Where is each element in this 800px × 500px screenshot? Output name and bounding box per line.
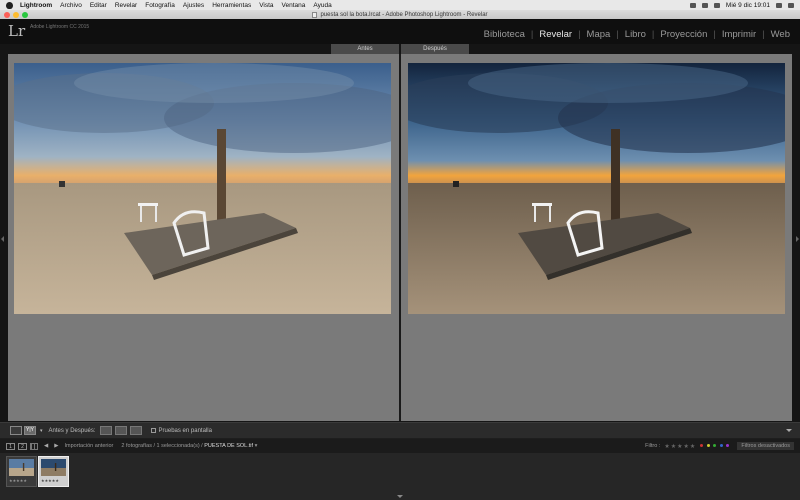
blue-label-icon[interactable] (719, 444, 723, 447)
soft-proofing-checkbox[interactable] (150, 428, 156, 433)
module-libro[interactable]: Libro (619, 29, 652, 40)
filmstrip-source[interactable]: Importación anterior (64, 443, 113, 449)
right-panel-toggle-icon[interactable] (796, 236, 799, 242)
after-tab: Después (401, 44, 469, 54)
filmstrip-toggle-icon[interactable] (397, 495, 403, 498)
before-photo[interactable] (14, 63, 391, 314)
main-window-button[interactable]: 1 (6, 442, 15, 450)
filter-label: Filtro : (645, 443, 661, 449)
menu-archivo[interactable]: Archivo (60, 2, 82, 9)
left-panel-toggle-icon[interactable] (1, 236, 4, 242)
toolbar-options-icon[interactable] (786, 429, 792, 432)
copy-after-to-before-button[interactable] (114, 426, 127, 435)
rating-filter-stars[interactable]: ★★★★★ (664, 443, 696, 450)
filename-dropdown-icon[interactable]: ▾ (255, 443, 258, 449)
filmstrip-thumbnail[interactable]: ★★★★★ (6, 456, 37, 487)
purple-label-icon[interactable] (726, 444, 730, 447)
spotlight-search-icon[interactable] (776, 2, 782, 8)
menu-fotografia[interactable]: Fotografía (145, 2, 175, 9)
window-title: puesta sol la bota.lrcat - Adobe Photosh… (320, 11, 488, 18)
module-web[interactable]: Web (765, 29, 796, 40)
wifi-icon[interactable] (701, 2, 708, 8)
menu-ventana[interactable]: Ventana (282, 2, 306, 9)
minimize-window-icon[interactable] (13, 11, 19, 18)
module-proyeccion[interactable]: Proyección (654, 29, 713, 40)
forward-arrow-icon[interactable]: ▶ (54, 443, 58, 449)
filmstrip-count: 2 fotografías / 1 seleccionada(s) / PUES… (121, 443, 257, 449)
secondary-window-button[interactable]: 2 (18, 442, 27, 450)
module-revelar[interactable]: Revelar (533, 29, 578, 40)
window-title-bar: puesta sol la bota.lrcat - Adobe Photosh… (0, 10, 800, 19)
yellow-label-icon[interactable] (706, 444, 710, 447)
menu-app-lightroom[interactable]: Lightroom (20, 2, 52, 9)
green-label-icon[interactable] (713, 444, 717, 447)
module-picker: Biblioteca | Revelar | Mapa | Libro | Pr… (478, 29, 796, 40)
menu-ajustes[interactable]: Ajustes (183, 2, 204, 9)
module-mapa[interactable]: Mapa (581, 29, 617, 40)
status-icon[interactable] (689, 2, 696, 8)
apple-icon[interactable] (6, 1, 13, 9)
selected-filename[interactable]: PUESTA DE SOL.tif (204, 443, 253, 449)
filmstrip: ★★★★★ ★★★★★ (0, 453, 800, 500)
menu-herramientas[interactable]: Herramientas (212, 2, 251, 9)
view-mode-dropdown-icon[interactable]: ▾ (40, 428, 43, 434)
menu-editar[interactable]: Editar (90, 2, 107, 9)
toolbar: Y|Y ▾ Antes y Después: Pruebas en pantal… (0, 422, 800, 438)
before-after-label: Antes y Después: (48, 427, 96, 434)
system-menu-bar: Lightroom Archivo Editar Revelar Fotogra… (0, 0, 800, 10)
lightroom-logo: Lr (8, 22, 26, 40)
red-label-icon[interactable] (700, 444, 704, 447)
close-window-icon[interactable] (4, 11, 10, 18)
module-imprimir[interactable]: Imprimir (716, 29, 762, 40)
module-biblioteca[interactable]: Biblioteca (478, 29, 531, 40)
menu-vista[interactable]: Vista (259, 2, 273, 9)
document-icon (312, 11, 318, 18)
before-after-view-button[interactable]: Y|Y (24, 426, 36, 435)
filmstrip-header: 1 2 ◀ ▶ Importación anterior 2 fotografí… (0, 439, 800, 453)
back-arrow-icon[interactable]: ◀ (44, 443, 48, 449)
before-tab: Antes (331, 44, 399, 54)
thumbnail-rating: ★★★★★ (41, 478, 59, 483)
soft-proofing-label: Pruebas en pantalla (158, 427, 212, 434)
copy-before-to-after-button[interactable] (99, 426, 112, 435)
menu-clock[interactable]: Mié 9 dic 19:01 (726, 2, 770, 9)
module-bar: Lr Adobe Lightroom CC 2015 Biblioteca | … (0, 19, 800, 44)
color-label-filter[interactable] (700, 443, 731, 449)
swap-before-after-button[interactable] (129, 426, 142, 435)
maximize-window-icon[interactable] (22, 11, 28, 18)
product-version: Adobe Lightroom CC 2015 (30, 24, 90, 30)
grid-view-icon[interactable] (30, 442, 38, 450)
after-photo[interactable] (408, 63, 785, 314)
filmstrip-thumbnail-selected[interactable]: ★★★★★ (38, 456, 69, 487)
filter-status-dropdown[interactable]: Filtros desactivados (737, 442, 794, 450)
menu-revelar[interactable]: Revelar (115, 2, 137, 9)
menu-ayuda[interactable]: Ayuda (313, 2, 331, 9)
photo-count: 2 fotografías / 1 seleccionada(s) / (121, 443, 203, 449)
notification-center-icon[interactable] (788, 2, 794, 8)
loupe-view-button[interactable] (10, 426, 22, 435)
volume-icon[interactable] (713, 2, 720, 8)
thumbnail-rating: ★★★★★ (9, 478, 27, 483)
